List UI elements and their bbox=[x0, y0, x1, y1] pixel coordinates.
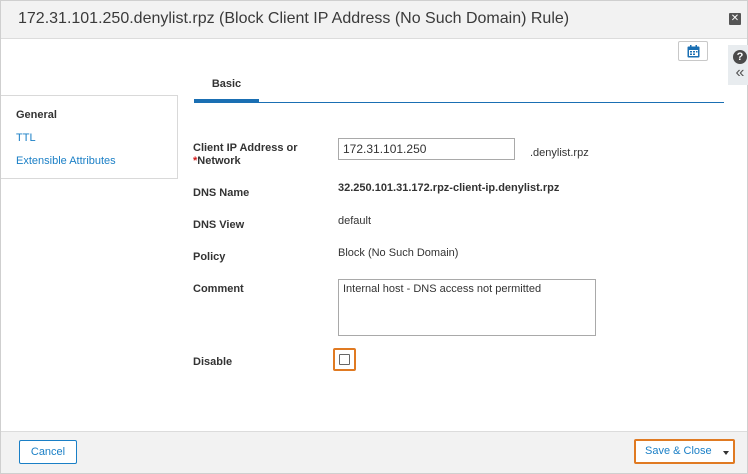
disable-label: Disable bbox=[193, 356, 233, 368]
schedule-button[interactable] bbox=[678, 41, 708, 61]
rpz-rule-dialog: 172.31.101.250.denylist.rpz (Block Clien… bbox=[0, 0, 748, 474]
comment-textarea[interactable]: Internal host - DNS access not permitted bbox=[338, 279, 596, 336]
cancel-button[interactable]: Cancel bbox=[19, 440, 77, 464]
client-ip-label-line2: Network bbox=[197, 155, 241, 167]
policy-label: Policy bbox=[193, 251, 226, 263]
calendar-icon bbox=[687, 45, 700, 58]
nav-item-extensible-attributes[interactable]: Extensible Attributes bbox=[16, 155, 116, 167]
comment-label: Comment bbox=[193, 283, 244, 295]
nav-item-ttl[interactable]: TTL bbox=[16, 132, 36, 144]
help-icon[interactable]: ? bbox=[733, 50, 747, 64]
dialog-footer: Cancel Save & Close bbox=[1, 431, 747, 473]
policy-value: Block (No Such Domain) bbox=[338, 247, 459, 259]
chevron-down-icon[interactable] bbox=[723, 451, 729, 455]
disable-checkbox[interactable] bbox=[339, 354, 350, 365]
disable-checkbox-highlight[interactable] bbox=[333, 348, 356, 371]
dns-name-label: DNS Name bbox=[193, 187, 250, 199]
zone-suffix: .denylist.rpz bbox=[530, 147, 589, 159]
client-ip-label-line1: Client IP Address or bbox=[193, 142, 298, 154]
dns-name-value: 32.250.101.31.172.rpz-client-ip.denylist… bbox=[338, 182, 560, 194]
client-ip-input[interactable] bbox=[338, 138, 515, 160]
save-and-close-button[interactable]: Save & Close bbox=[634, 439, 735, 464]
title-bar: 172.31.101.250.denylist.rpz (Block Clien… bbox=[1, 1, 747, 39]
close-icon[interactable]: ✕ bbox=[729, 13, 741, 25]
save-and-close-label: Save & Close bbox=[645, 445, 712, 457]
nav-item-general[interactable]: General bbox=[16, 109, 57, 121]
client-ip-label: Client IP Address or *Network bbox=[193, 142, 298, 168]
left-navigation: General TTL Extensible Attributes bbox=[1, 95, 178, 179]
dns-view-label: DNS View bbox=[193, 219, 245, 231]
dns-view-value: default bbox=[338, 215, 372, 227]
dialog-title: 172.31.101.250.denylist.rpz (Block Clien… bbox=[18, 10, 570, 27]
tab-divider bbox=[194, 102, 724, 103]
collapse-help-icon[interactable]: « bbox=[732, 65, 748, 81]
